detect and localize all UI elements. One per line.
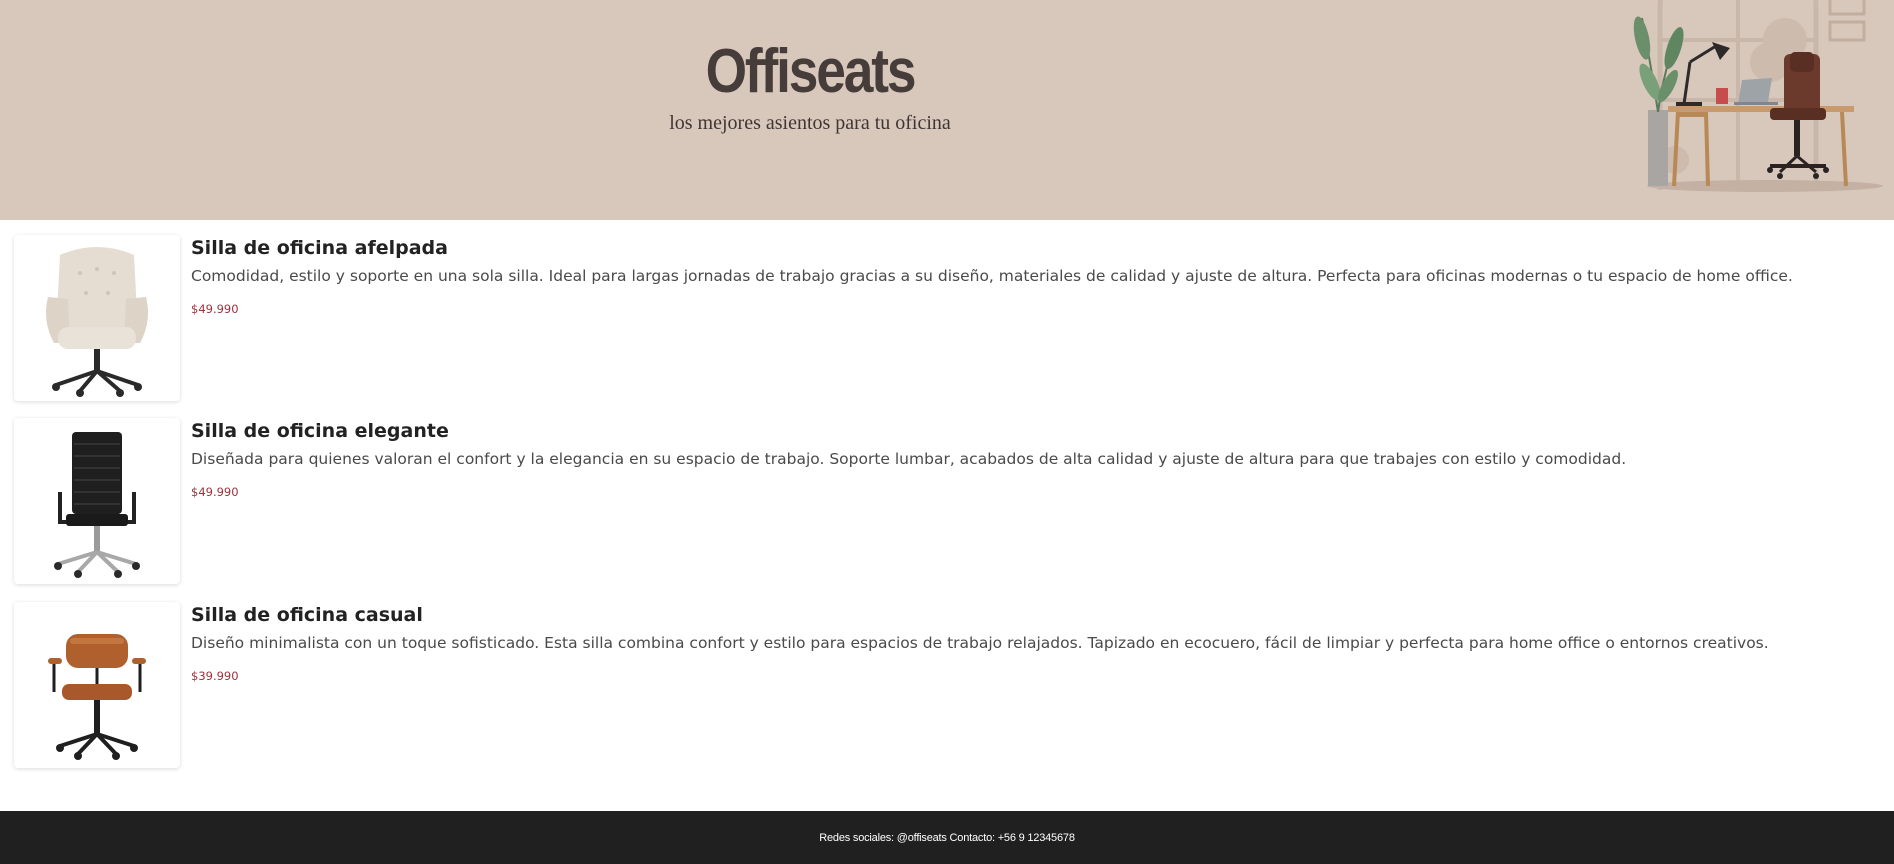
product-name[interactable]: Silla de oficina casual [191, 602, 423, 628]
product-price: $49.990 [191, 485, 239, 499]
brand-subtitle: los mejores asientos para tu oficina [669, 112, 951, 134]
product-name[interactable]: Silla de oficina elegante [191, 418, 449, 444]
brown-leather-chair-image[interactable] [14, 602, 180, 768]
brand-title: Offiseats [705, 37, 917, 106]
product-card[interactable]: Silla de oficina elegante Diseñada para … [0, 418, 1894, 588]
product-price: $49.990 [191, 302, 239, 316]
beige-armchair-image[interactable] [14, 235, 180, 401]
product-price: $39.990 [191, 669, 239, 683]
footer-contact-text: Redes sociales: @offiseats Contacto: +56… [819, 831, 1075, 844]
black-executive-chair-image[interactable] [14, 418, 180, 584]
product-card[interactable]: Silla de oficina afelpada Comodidad, est… [0, 235, 1894, 405]
product-card[interactable]: Silla de oficina casual Diseño minimalis… [0, 602, 1894, 772]
office-desk-illustration [1620, 0, 1894, 220]
site-header: Offiseats los mejores asientos para tu o… [0, 0, 1894, 220]
product-description: Diseñada para quienes valoran el confort… [191, 450, 1627, 468]
product-description: Comodidad, estilo y soporte en una sola … [191, 267, 1793, 285]
product-name[interactable]: Silla de oficina afelpada [191, 235, 448, 261]
product-description: Diseño minimalista con un toque sofistic… [191, 634, 1769, 652]
site-footer: Redes sociales: @offiseats Contacto: +56… [0, 811, 1894, 864]
